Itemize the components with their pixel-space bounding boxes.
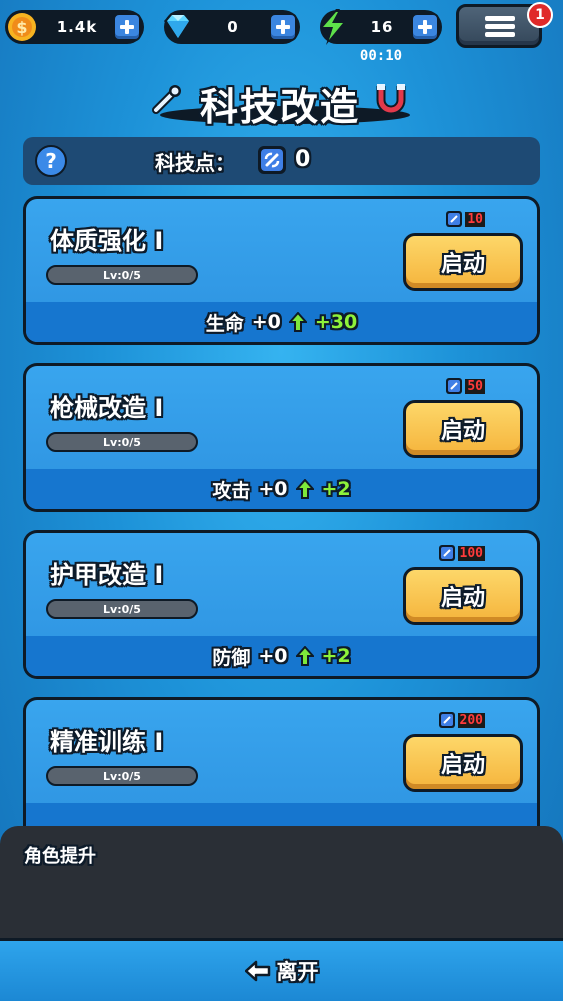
add-energy-button[interactable]: [411, 13, 439, 41]
tech-card-constitution: 体质强化 I Lv:0/5 10 启动 生命 +0 +30: [23, 196, 540, 345]
cost-value: 10: [465, 211, 485, 227]
panel-title: 角色提升: [24, 846, 96, 867]
up-arrow-icon: [295, 646, 314, 666]
start-button[interactable]: 启动: [403, 400, 523, 458]
tech-card-armor: 护甲改造 I Lv:0/5 100 启动 防御 +0 +2: [23, 530, 540, 679]
energy-timer: 00:10: [359, 48, 403, 64]
energy-counter: 16: [320, 9, 442, 45]
page-title: 科技改造: [199, 85, 360, 129]
gem-counter: 0: [164, 10, 300, 44]
hamburger-menu-icon: [485, 16, 515, 21]
cost-display: 200: [438, 712, 485, 728]
title-banner: 科技改造: [150, 76, 412, 129]
arrow-left-icon: [244, 960, 270, 982]
leave-label: 离开: [276, 960, 319, 984]
help-button[interactable]: ?: [35, 145, 67, 177]
stat-name: 攻击: [212, 479, 251, 502]
energy-value: 16: [370, 18, 394, 36]
stat-current: +0: [258, 478, 288, 500]
level-bar: Lv:0/5: [46, 599, 198, 619]
tech-chip-icon: [446, 211, 463, 227]
question-icon: ?: [45, 149, 57, 173]
start-button[interactable]: 启动: [403, 233, 523, 291]
cost-value: 100: [457, 545, 485, 561]
tech-points-bar: ? 科技点： 0: [23, 137, 540, 185]
tech-points-value: 0: [295, 147, 311, 172]
tech-points-label: 科技点：: [155, 151, 235, 175]
stat-name: 防御: [212, 646, 251, 669]
coin-counter: $ 1.4k: [5, 10, 144, 44]
add-coins-button[interactable]: [113, 13, 141, 41]
cost-display: 50: [446, 378, 485, 394]
tech-chip-icon: [438, 712, 455, 728]
stat-increase: +30: [314, 311, 358, 333]
tech-chip-icon: [438, 545, 455, 561]
up-arrow-icon: [288, 312, 307, 332]
level-text: Lv:0/5: [103, 602, 141, 616]
magnet-icon: [376, 84, 406, 115]
level-bar: Lv:0/5: [46, 432, 198, 452]
level-bar: Lv:0/5: [46, 766, 198, 786]
coin-icon: $: [5, 10, 39, 44]
cost-value: 50: [465, 378, 485, 394]
stat-row: 防御 +0 +2: [26, 636, 537, 676]
up-arrow-icon: [295, 479, 314, 499]
notification-badge: 1: [527, 2, 553, 28]
stat-current: +0: [251, 311, 281, 333]
coin-value: 1.4k: [56, 18, 98, 36]
tech-chip-icon: [446, 378, 463, 394]
level-bar: Lv:0/5: [46, 265, 198, 285]
leave-button[interactable]: 离开: [0, 938, 563, 1001]
tech-chip-icon: [258, 146, 286, 174]
stat-name: 生命: [205, 312, 244, 335]
stat-row: 攻击 +0 +2: [26, 469, 537, 509]
tech-name: 体质强化 I: [50, 227, 164, 255]
character-upgrade-panel: 角色提升: [0, 826, 563, 938]
start-button[interactable]: 启动: [403, 567, 523, 625]
stat-increase: +2: [321, 478, 351, 500]
tech-name: 精准训练 I: [50, 728, 164, 756]
stat-current: +0: [258, 645, 288, 667]
cost-value: 200: [457, 712, 485, 728]
stat-increase: +2: [321, 645, 351, 667]
cost-display: 10: [446, 211, 485, 227]
stat-row: 生命 +0 +30: [26, 302, 537, 342]
gem-value: 0: [227, 18, 239, 36]
tech-card-precision: 精准训练 I Lv:0/5 200 启动: [23, 697, 540, 846]
tech-card-weapon: 枪械改造 I Lv:0/5 50 启动 攻击 +0 +2: [23, 363, 540, 512]
tech-name: 护甲改造 I: [50, 561, 164, 589]
diamond-icon: [164, 13, 192, 41]
cost-display: 100: [438, 545, 485, 561]
level-text: Lv:0/5: [103, 435, 141, 449]
lightning-icon: [320, 9, 346, 45]
svg-text:$: $: [16, 18, 27, 37]
level-text: Lv:0/5: [103, 769, 141, 783]
tech-name: 枪械改造 I: [50, 394, 164, 422]
start-button[interactable]: 启动: [403, 734, 523, 792]
add-gems-button[interactable]: [269, 13, 297, 41]
level-text: Lv:0/5: [103, 268, 141, 282]
